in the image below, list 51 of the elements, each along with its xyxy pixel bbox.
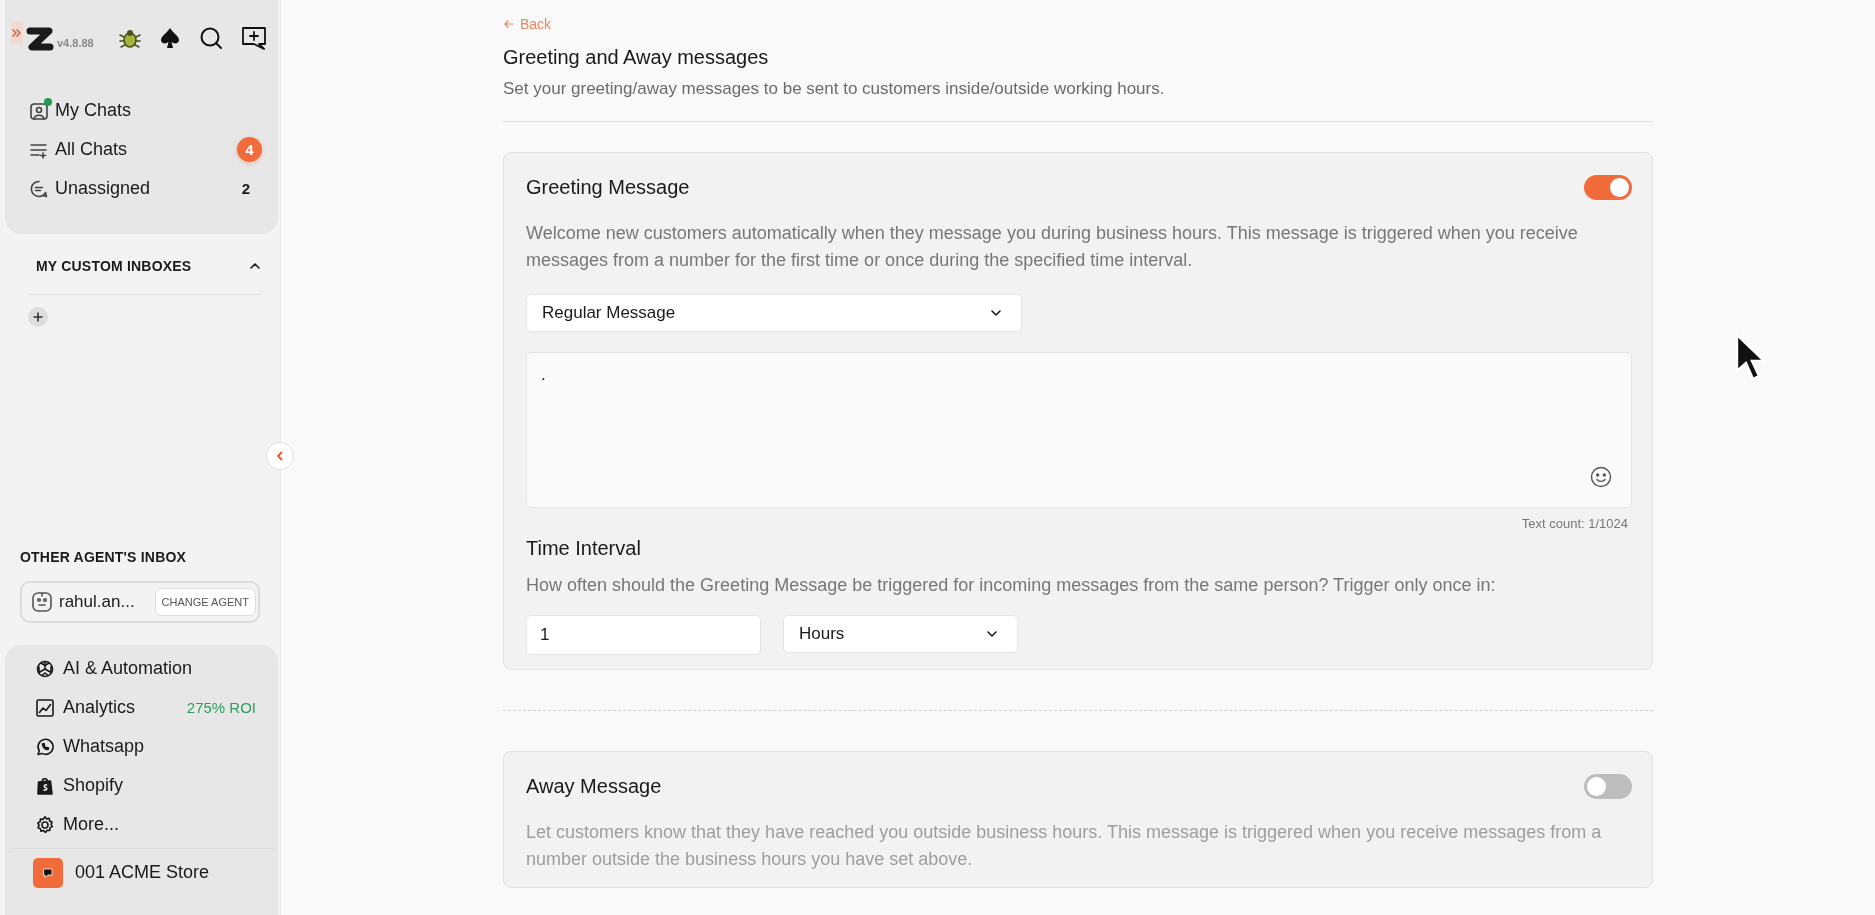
shopping-bag-icon bbox=[35, 775, 55, 796]
page-subtitle: Set your greeting/away messages to be sent to customers inside/outside working hours. bbox=[503, 79, 1166, 99]
message-type-dropdown[interactable]: Regular Message bbox=[526, 294, 1022, 332]
roi-label: 275% ROI bbox=[186, 699, 256, 716]
nav-item[interactable]: Analytics 275% ROI bbox=[35, 692, 268, 723]
person-icon bbox=[29, 100, 49, 121]
nav-item[interactable]: Whatsapp bbox=[35, 731, 268, 762]
smiley-icon[interactable] bbox=[1589, 465, 1613, 489]
compose-icon[interactable] bbox=[239, 24, 268, 52]
nav-item[interactable]: Unassigned 2 bbox=[29, 173, 266, 204]
nav-item[interactable]: All Chats 4 bbox=[29, 134, 266, 165]
count-label: 2 bbox=[241, 180, 250, 197]
change-agent-button[interactable]: CHANGE AGENT bbox=[154, 588, 256, 616]
card-title: Away Message bbox=[526, 775, 662, 798]
interval-description: How often should the Greeting Message be triggered for incoming messages from the same person? Trigger only once in: bbox=[526, 574, 1497, 597]
plus-icon bbox=[32, 311, 44, 323]
phone-bubble-icon bbox=[35, 736, 55, 757]
collapse-sidebar-button[interactable] bbox=[266, 442, 294, 470]
gear-icon bbox=[35, 814, 55, 835]
nav-item[interactable]: More... bbox=[35, 809, 268, 840]
logo-icon bbox=[25, 26, 55, 52]
agent-name: rahul.an... bbox=[59, 592, 135, 612]
add-inbox-button[interactable] bbox=[28, 307, 48, 327]
section-subtitle: Time Interval bbox=[526, 537, 642, 560]
line-chart-icon bbox=[35, 697, 55, 718]
version-label: v4.8.88 bbox=[57, 37, 94, 49]
store-switcher[interactable]: 001 ACME Store bbox=[33, 857, 268, 888]
toggle-switch[interactable] bbox=[1584, 774, 1632, 799]
card-description: Let customers know that they have reached you outside business hours. This message is triggered when you receive messages from a number outside the business hours you have set above. bbox=[526, 821, 1603, 871]
nav-item[interactable]: My Chats bbox=[29, 95, 266, 126]
count-badge: 4 bbox=[237, 137, 262, 162]
card-title: Greeting Message bbox=[526, 176, 690, 199]
pointer-cursor-icon bbox=[1735, 333, 1769, 383]
text-count: Text count: 1/1024 bbox=[1520, 516, 1628, 531]
interval-unit-dropdown[interactable]: Hours bbox=[783, 615, 1018, 653]
page-title: Greeting and Away messages bbox=[503, 46, 770, 69]
card-description: Welcome new customers automatically when they message you during business hours. This message is triggered when you receive messages from a number for the first time or once during the specified time interval. bbox=[526, 222, 1579, 272]
expand-button[interactable] bbox=[11, 22, 23, 44]
toggle-switch[interactable] bbox=[1584, 175, 1632, 200]
section-heading: OTHER AGENT'S INBOX bbox=[20, 549, 188, 565]
arrow-left-icon bbox=[503, 18, 515, 30]
section-heading: MY CUSTOM INBOXES bbox=[36, 258, 192, 274]
robot-face-icon bbox=[31, 591, 53, 613]
interval-input[interactable]: 1 bbox=[526, 615, 761, 655]
double-chevron-icon bbox=[11, 27, 23, 39]
chat-icon bbox=[29, 178, 49, 199]
nav-item[interactable]: AI & Automation bbox=[35, 653, 268, 684]
knot-icon bbox=[35, 658, 55, 679]
nav-item[interactable]: Shopify bbox=[35, 770, 268, 801]
message-input[interactable]: . bbox=[526, 352, 1632, 508]
chat-bubble-icon bbox=[42, 866, 54, 879]
